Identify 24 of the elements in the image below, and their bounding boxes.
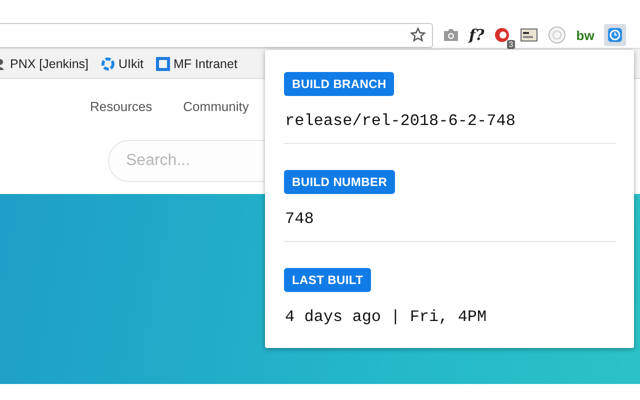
section-value: 748	[284, 210, 314, 228]
person-icon	[0, 56, 6, 70]
ring-icon	[100, 56, 115, 70]
nav-link[interactable]: Resources	[90, 99, 152, 114]
section-label: BUILD BRANCH	[284, 72, 394, 96]
bookmark[interactable]: UIkit	[100, 56, 144, 70]
extension-button[interactable]: f?	[469, 26, 484, 44]
notification-badge: 3	[506, 40, 516, 49]
section-value: release/rel-2018-6-2-748	[284, 112, 516, 130]
extension-button[interactable]: bw	[576, 28, 594, 42]
section-label: LAST BUILT	[284, 268, 372, 292]
extension-button[interactable]	[604, 24, 626, 46]
circle-icon[interactable]	[548, 26, 566, 44]
extension-icon[interactable]	[494, 27, 510, 43]
section-label: BUILD NUMBER	[284, 170, 396, 194]
bookmark[interactable]: PNX [Jenkins]	[0, 56, 89, 70]
nav-link[interactable]: Community	[183, 99, 249, 114]
clock-icon	[607, 27, 624, 43]
star-icon[interactable]	[410, 27, 426, 43]
bookmark[interactable]: MF Intranet	[156, 56, 238, 70]
square-icon	[156, 56, 170, 70]
card-icon[interactable]	[520, 28, 538, 42]
camera-icon[interactable]	[443, 28, 459, 42]
section-value: 4 days ago | Fri, 4PM	[284, 308, 487, 326]
